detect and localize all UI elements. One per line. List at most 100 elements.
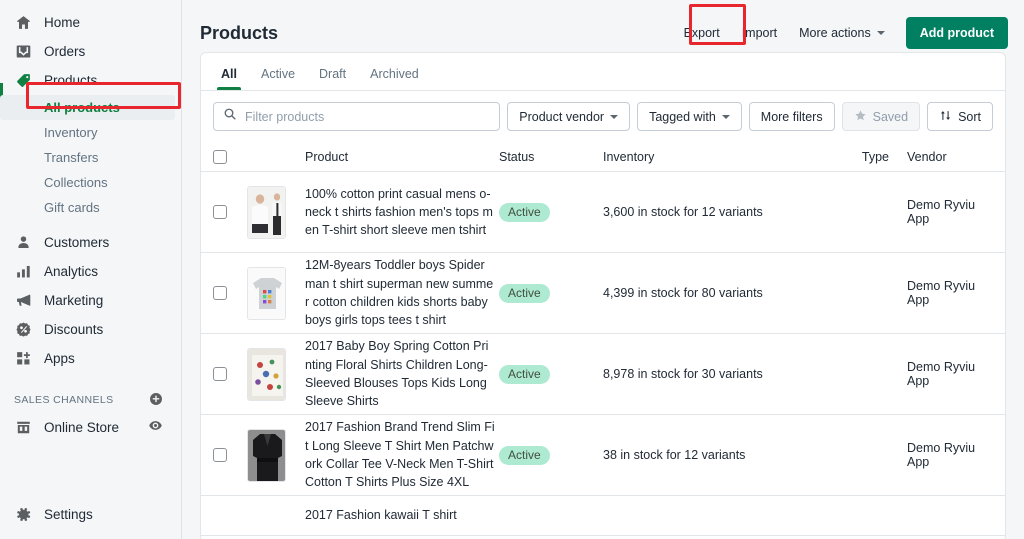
inventory-text: 4,399 in stock for 80 variants [603,286,817,300]
column-header-inventory: Inventory [603,150,817,164]
column-header-type: Type [817,150,889,164]
sort-button[interactable]: Sort [927,102,993,131]
import-button[interactable]: Import [733,20,786,46]
table-header: Product Status Inventory Type Vendor [201,142,1005,172]
export-button[interactable]: Export [675,20,729,46]
tab-label: Active [261,67,295,81]
sidebar-item-discounts[interactable]: Discounts [0,315,181,344]
header-actions: Export Import More actions Add product [675,17,1008,49]
status-badge: Active [499,365,550,384]
row-checkbox[interactable] [213,367,227,381]
sidebar-label: Customers [44,235,109,250]
tab-draft[interactable]: Draft [307,67,358,90]
sidebar-item-customers[interactable]: Customers [0,228,181,257]
select-all-checkbox[interactable] [213,150,227,164]
sidebar-item-gift-cards[interactable]: Gift cards [0,195,181,220]
search-field-wrapper[interactable] [213,102,500,131]
inventory-text: 3,600 in stock for 12 variants [603,205,817,219]
gear-icon [14,506,32,524]
saved-filters-button[interactable]: Saved [842,102,920,131]
apps-icon [14,350,32,368]
sidebar-label: Online Store [44,420,119,435]
column-header-vendor: Vendor [889,150,993,164]
tab-all[interactable]: All [209,67,249,90]
column-header-status: Status [499,150,603,164]
page-header: Products Export Import More actions Add … [182,0,1024,52]
sidebar-item-orders[interactable]: Orders [0,37,181,66]
more-actions-button[interactable]: More actions [790,20,894,46]
tagged-with-filter[interactable]: Tagged with [637,102,742,131]
search-input[interactable] [245,110,490,124]
sidebar-sub-label: Collections [44,175,108,190]
sidebar-item-apps[interactable]: Apps [0,344,181,373]
product-thumbnail [247,267,286,320]
orders-icon [14,43,32,61]
sidebar-label: Home [44,15,80,30]
product-name[interactable]: 12M-8years Toddler boys Spiderman t shir… [305,256,499,329]
product-vendor-filter[interactable]: Product vendor [507,102,630,131]
chevron-down-icon [610,115,618,119]
chevron-down-icon [722,115,730,119]
sidebar-label: Discounts [44,322,103,337]
sidebar-label: Orders [44,44,85,59]
add-product-button[interactable]: Add product [906,17,1008,49]
discount-icon [14,321,32,339]
more-actions-label: More actions [799,26,871,40]
product-vendor-label: Product vendor [519,110,604,124]
table-row[interactable]: 12M-8years Toddler boys Spiderman t shir… [201,253,1005,334]
sort-label: Sort [958,110,981,124]
sidebar-sub-label: Transfers [44,150,98,165]
product-name[interactable]: 100% cotton print casual mens o-neck t s… [305,185,499,240]
product-tabs: All Active Draft Archived [201,53,1005,91]
vendor-text: Demo Ryviu App [889,441,993,469]
store-icon [14,419,32,437]
column-header-product: Product [305,150,499,164]
row-checkbox[interactable] [213,448,227,462]
row-checkbox[interactable] [213,286,227,300]
customer-icon [14,234,32,252]
product-name[interactable]: 2017 Fashion Brand Trend Slim Fit Long S… [305,418,499,491]
inventory-text: 8,978 in stock for 30 variants [603,367,817,381]
sidebar-label: Marketing [44,293,103,308]
tab-archived[interactable]: Archived [358,67,431,90]
sidebar-sub-label: All products [44,100,120,115]
sales-channels-header: SALES CHANNELS [0,387,181,413]
row-checkbox[interactable] [213,205,227,219]
sidebar-item-inventory[interactable]: Inventory [0,120,181,145]
chevron-down-icon [877,31,885,35]
table-row[interactable]: 2017 Fashion kawaii T shirt [201,496,1005,536]
tab-active[interactable]: Active [249,67,307,90]
product-name[interactable]: 2017 Baby Boy Spring Cotton Printing Flo… [305,337,499,410]
sidebar-item-marketing[interactable]: Marketing [0,286,181,315]
table-row[interactable]: 2017 Baby Boy Spring Cotton Printing Flo… [201,334,1005,415]
sidebar-item-collections[interactable]: Collections [0,170,181,195]
status-badge: Active [499,203,550,222]
sidebar-item-transfers[interactable]: Transfers [0,145,181,170]
table-row[interactable]: 2017 Fashion Brand Trend Slim Fit Long S… [201,415,1005,496]
more-filters-button[interactable]: More filters [749,102,835,131]
sidebar-item-home[interactable]: Home [0,8,181,37]
page-title: Products [200,23,278,44]
sort-arrows-icon [939,109,952,125]
main-content: Products Export Import More actions Add … [182,0,1024,539]
products-tag-icon [14,72,32,90]
sidebar-item-all-products[interactable]: All products [0,95,175,120]
eye-icon[interactable] [148,418,163,438]
table-row[interactable]: 100% cotton print casual mens o-neck t s… [201,172,1005,253]
analytics-icon [14,263,32,281]
product-name[interactable]: 2017 Fashion kawaii T shirt [305,506,499,524]
sidebar-sub-label: Gift cards [44,200,100,215]
status-badge: Active [499,446,550,465]
plus-circle-icon[interactable] [149,392,163,409]
sidebar-item-settings[interactable]: Settings [0,500,181,529]
inventory-text: 38 in stock for 12 variants [603,448,817,462]
sidebar-label: Settings [44,507,93,522]
products-card: All Active Draft Archived Product vendor [200,52,1006,539]
saved-label: Saved [873,110,908,124]
shopify-admin: Home Orders Products All products Invent… [0,0,1024,539]
marketing-icon [14,292,32,310]
sidebar-item-analytics[interactable]: Analytics [0,257,181,286]
sidebar-item-online-store[interactable]: Online Store [0,413,148,442]
sidebar-label: Products [44,73,97,88]
sidebar-item-products[interactable]: Products [0,66,181,95]
